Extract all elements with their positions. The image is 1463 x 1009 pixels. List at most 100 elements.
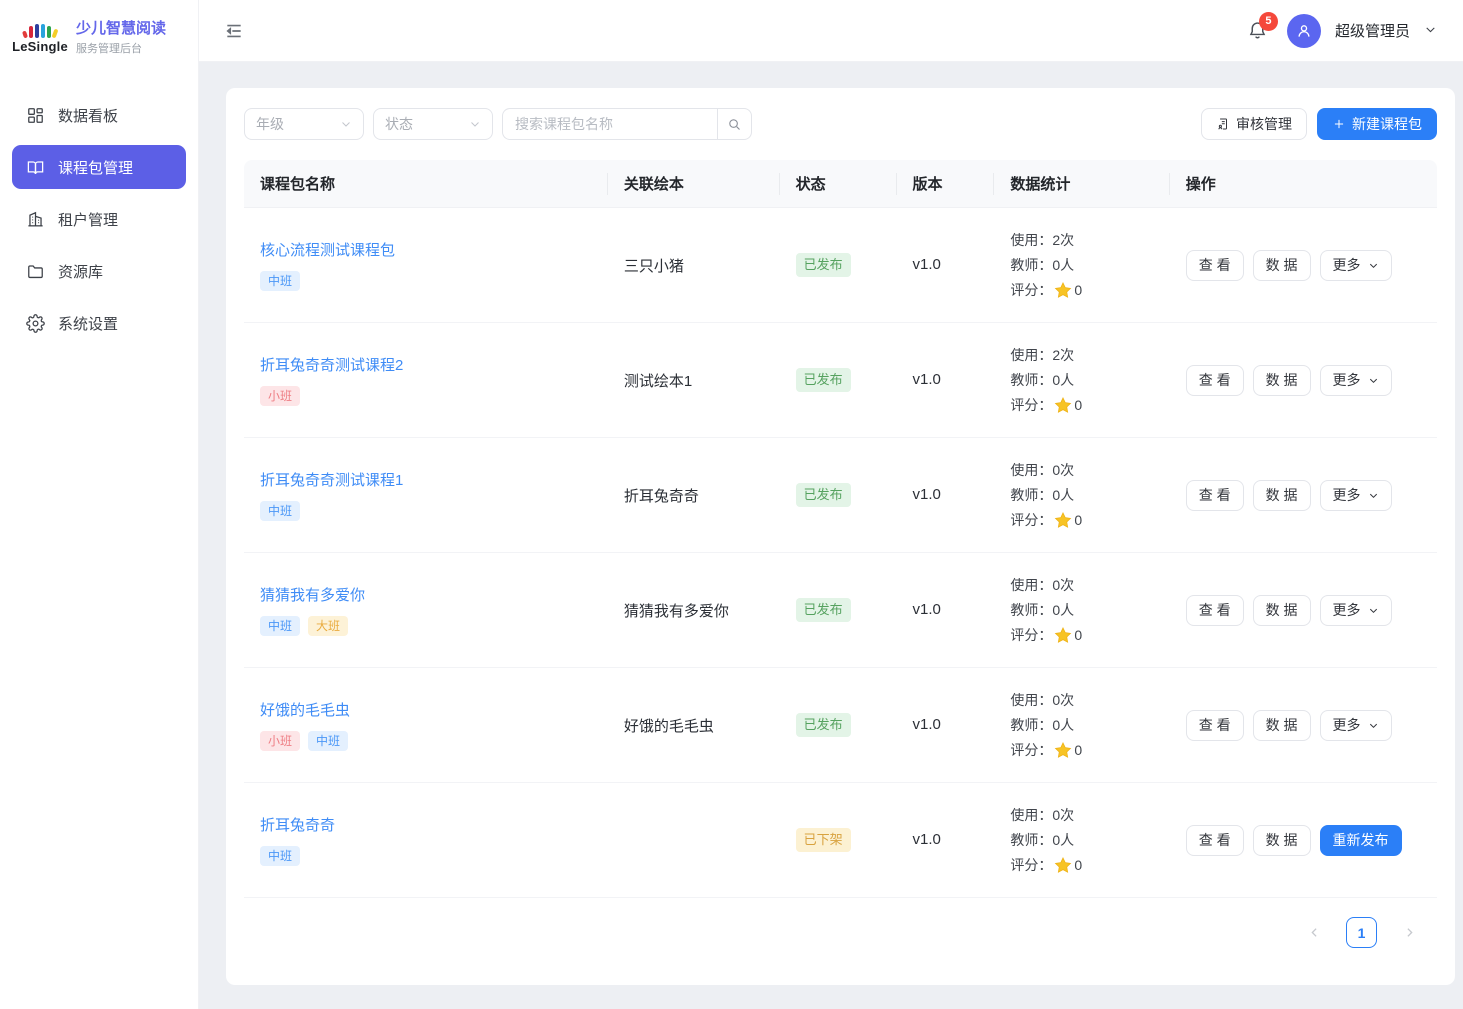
version: v1.0: [913, 256, 941, 273]
user-menu-toggle[interactable]: [1424, 20, 1437, 41]
usage-stat: 使用：2次: [1010, 345, 1169, 365]
table-row: 折耳兔奇奇测试课程2 小班 测试绘本1 已发布 v1.0 使用：2次 教师：0人…: [244, 323, 1437, 438]
data-button[interactable]: 数 据: [1253, 250, 1311, 281]
gear-icon: [26, 314, 45, 333]
more-button[interactable]: 更多: [1320, 365, 1392, 396]
grade-tag: 中班: [260, 846, 300, 866]
star-icon: [1054, 511, 1072, 529]
more-button[interactable]: 更多: [1320, 480, 1392, 511]
plus-icon: [1332, 117, 1346, 131]
view-button[interactable]: 查 看: [1186, 365, 1244, 396]
course-package-link[interactable]: 折耳兔奇奇测试课程2: [260, 354, 608, 375]
book-name: 猜猜我有多爱你: [624, 603, 729, 620]
data-button[interactable]: 数 据: [1253, 825, 1311, 856]
prev-page-button[interactable]: [1300, 919, 1328, 947]
menu-fold-button[interactable]: [221, 18, 247, 44]
building-icon: [26, 210, 45, 229]
sidebar-item-settings[interactable]: 系统设置: [12, 301, 186, 345]
usage-stat: 使用：0次: [1010, 460, 1169, 480]
sidebar-item-resources[interactable]: 资源库: [12, 249, 186, 293]
version: v1.0: [913, 371, 941, 388]
view-button[interactable]: 查 看: [1186, 480, 1244, 511]
topbar: 5 超级管理员: [199, 0, 1463, 62]
course-package-link[interactable]: 核心流程测试课程包: [260, 239, 608, 260]
data-button[interactable]: 数 据: [1253, 595, 1311, 626]
star-icon: [1054, 856, 1072, 874]
rating-stat: 评分：0: [1010, 510, 1169, 530]
grade-select[interactable]: 年级: [244, 108, 364, 140]
status-badge: 已发布: [796, 483, 851, 507]
republish-button[interactable]: 重新发布: [1320, 825, 1402, 856]
audit-icon: [1216, 117, 1230, 131]
notification-badge: 5: [1259, 12, 1278, 31]
status-badge: 已发布: [796, 598, 851, 622]
star-icon: [1054, 626, 1072, 644]
version: v1.0: [913, 831, 941, 848]
status-badge: 已发布: [796, 368, 851, 392]
table-row: 好饿的毛毛虫 小班 中班 好饿的毛毛虫 已发布 v1.0 使用：0次 教师：0人…: [244, 668, 1437, 783]
course-package-link[interactable]: 好饿的毛毛虫: [260, 699, 608, 720]
search-button[interactable]: [717, 108, 752, 140]
grade-tag: 中班: [260, 616, 300, 636]
rating-stat: 评分：0: [1010, 740, 1169, 760]
search-input[interactable]: [502, 108, 717, 140]
status-select[interactable]: 状态: [373, 108, 493, 140]
sidebar-item-tenants[interactable]: 租户管理: [12, 197, 186, 241]
column-header-status: 状态: [780, 173, 897, 194]
column-header-name: 课程包名称: [244, 173, 608, 194]
create-package-button[interactable]: 新建课程包: [1317, 108, 1437, 140]
data-button[interactable]: 数 据: [1253, 710, 1311, 741]
teacher-stat: 教师：0人: [1010, 600, 1169, 620]
rating-stat: 评分：0: [1010, 855, 1169, 875]
chevron-down-icon: [469, 118, 481, 130]
column-header-stats: 数据统计: [994, 173, 1169, 194]
column-header-book: 关联绘本: [608, 173, 780, 194]
app-subtitle: 服务管理后台: [76, 40, 166, 56]
status-badge: 已发布: [796, 253, 851, 277]
course-package-panel: 年级 状态 审核管理 新建课程包 课程包名称 关联绘本 状态 版本: [226, 88, 1455, 985]
table-header: 课程包名称 关联绘本 状态 版本 数据统计 操作: [244, 160, 1437, 208]
book-name: 测试绘本1: [624, 373, 692, 390]
chevron-down-icon: [340, 118, 352, 130]
usage-stat: 使用：2次: [1010, 230, 1169, 250]
brand: LeSingle 少儿智慧阅读 服务管理后台: [0, 0, 198, 71]
course-package-link[interactable]: 折耳兔奇奇: [260, 814, 608, 835]
view-button[interactable]: 查 看: [1186, 710, 1244, 741]
star-icon: [1054, 396, 1072, 414]
avatar[interactable]: [1287, 14, 1321, 48]
column-header-ops: 操作: [1170, 173, 1437, 194]
course-package-link[interactable]: 折耳兔奇奇测试课程1: [260, 469, 608, 490]
teacher-stat: 教师：0人: [1010, 830, 1169, 850]
lesingle-logo: LeSingle: [14, 18, 66, 54]
more-button[interactable]: 更多: [1320, 595, 1392, 626]
search-group: [502, 108, 752, 140]
book-name: 折耳兔奇奇: [624, 488, 699, 505]
user-name[interactable]: 超级管理员: [1335, 20, 1410, 41]
table-row: 猜猜我有多爱你 中班 大班 猜猜我有多爱你 已发布 v1.0 使用：0次 教师：…: [244, 553, 1437, 668]
pagination: 1: [244, 917, 1437, 948]
view-button[interactable]: 查 看: [1186, 825, 1244, 856]
table-row: 核心流程测试课程包 中班 三只小猪 已发布 v1.0 使用：2次 教师：0人 评…: [244, 208, 1437, 323]
book-name: 三只小猪: [624, 258, 684, 275]
book-open-icon: [26, 158, 45, 177]
sidebar-item-dashboard[interactable]: 数据看板: [12, 93, 186, 137]
next-page-button[interactable]: [1395, 919, 1423, 947]
logo-bars-icon: [23, 18, 57, 38]
teacher-stat: 教师：0人: [1010, 370, 1169, 390]
chevron-down-icon: [1424, 23, 1437, 36]
page-number[interactable]: 1: [1346, 917, 1377, 948]
sidebar-item-label: 课程包管理: [58, 157, 133, 178]
audit-management-button[interactable]: 审核管理: [1201, 108, 1307, 140]
view-button[interactable]: 查 看: [1186, 595, 1244, 626]
course-package-link[interactable]: 猜猜我有多爱你: [260, 584, 608, 605]
view-button[interactable]: 查 看: [1186, 250, 1244, 281]
more-button[interactable]: 更多: [1320, 710, 1392, 741]
sidebar-item-course-packages[interactable]: 课程包管理: [12, 145, 186, 189]
grade-tag: 中班: [260, 501, 300, 521]
data-button[interactable]: 数 据: [1253, 365, 1311, 396]
notifications-button[interactable]: 5: [1243, 16, 1273, 46]
data-button[interactable]: 数 据: [1253, 480, 1311, 511]
grade-tag: 小班: [260, 731, 300, 751]
more-button[interactable]: 更多: [1320, 250, 1392, 281]
version: v1.0: [913, 716, 941, 733]
